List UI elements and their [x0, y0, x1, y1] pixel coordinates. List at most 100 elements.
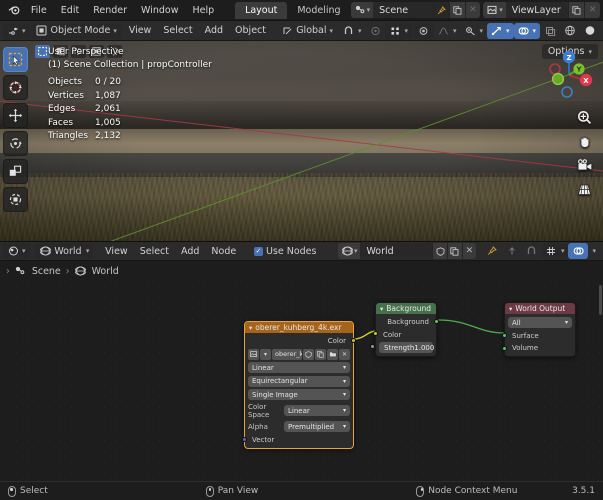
shading-solid-button[interactable] — [580, 23, 600, 39]
node-output-background[interactable]: Background — [379, 317, 439, 327]
socket-color-out[interactable] — [351, 338, 356, 343]
fake-user-icon[interactable] — [303, 348, 314, 360]
copy-icon[interactable] — [448, 2, 465, 18]
navigation-gizmo[interactable]: Z Y X — [541, 47, 597, 103]
snap-grid-selector[interactable]: ▾ — [385, 22, 412, 39]
node-overlays-dropdown[interactable]: ▾ — [588, 243, 600, 259]
new-image-icon[interactable] — [315, 348, 326, 360]
node-output-color[interactable]: Color — [248, 336, 356, 346]
select-lasso-icon[interactable] — [71, 45, 86, 58]
fake-user-icon[interactable] — [432, 243, 448, 259]
image-name[interactable]: oberer_kuhberg_... — [272, 348, 302, 360]
chevron-down-icon[interactable]: ▾ — [509, 305, 512, 313]
zoom-icon[interactable] — [576, 109, 593, 126]
viewlayer-name[interactable]: ViewLayer — [506, 5, 569, 16]
menu-file[interactable]: File — [24, 3, 54, 18]
editor-type-selector[interactable]: ▾ — [3, 22, 30, 39]
breadcrumb-item-world[interactable]: World — [92, 266, 119, 277]
chevron-down-icon[interactable]: ▾ — [260, 348, 271, 360]
pin-icon[interactable] — [433, 2, 449, 18]
viewlayer-selector[interactable]: ▾ ViewLayer ✕ — [483, 2, 600, 18]
tool-scale[interactable] — [3, 159, 28, 184]
unlink-icon[interactable]: ✕ — [339, 348, 350, 360]
socket-vector-in[interactable] — [242, 436, 247, 442]
node-input-vector[interactable]: Vector — [242, 435, 350, 445]
overlays-toggle[interactable]: ▾ — [513, 22, 541, 39]
node-canvas-scrollbar[interactable] — [599, 285, 602, 315]
tool-cursor[interactable] — [3, 75, 28, 100]
socket-color-in[interactable] — [373, 331, 378, 336]
tool-move[interactable] — [3, 103, 28, 128]
select-point-icon[interactable] — [107, 45, 122, 58]
new-world-icon[interactable] — [447, 243, 462, 259]
menu-edit[interactable]: Edit — [54, 3, 86, 18]
visibility-selector[interactable]: ▾ — [460, 23, 487, 39]
tool-transform[interactable] — [3, 187, 28, 212]
viewport-menu-view[interactable]: View — [123, 24, 158, 37]
node-environment-texture[interactable]: ▾ oberer_kuhberg_4k.exr Color ▾ oberer_k… — [242, 321, 356, 449]
viewport-menu-add[interactable]: Add — [199, 24, 229, 37]
node-canvas[interactable]: ▾ oberer_kuhberg_4k.exr Color ▾ oberer_k… — [0, 281, 603, 481]
blender-logo-icon[interactable] — [4, 2, 24, 18]
viewport-menu-object[interactable]: Object — [229, 24, 272, 37]
node-input-volume[interactable]: Volume — [502, 343, 572, 353]
image-datablock-row[interactable]: ▾ oberer_kuhberg_... ✕ — [248, 348, 350, 360]
menu-window[interactable]: Window — [134, 3, 185, 18]
viewport-menu-select[interactable]: Select — [157, 24, 198, 37]
node-menu-node[interactable]: Node — [205, 245, 242, 258]
socket-background-out[interactable] — [434, 319, 439, 324]
hand-icon[interactable] — [576, 133, 593, 150]
node-menu-select[interactable]: Select — [134, 245, 175, 258]
node-input-color[interactable]: Color — [373, 330, 433, 340]
alpha-row[interactable]: Alpha Premultiplied ▾ — [248, 421, 350, 432]
node-input-surface[interactable]: Surface — [502, 331, 572, 341]
falloff-curve-selector[interactable]: ▾ — [434, 23, 461, 39]
node-background[interactable]: ▾ Background Background Color Strength 1… — [370, 302, 439, 357]
viewport-3d[interactable]: Options ▾ User Perspective (1) Scene Col… — [0, 41, 603, 241]
proportional-edit-toggle[interactable] — [365, 23, 385, 39]
browse-image-icon[interactable] — [248, 348, 259, 360]
copy-icon[interactable] — [568, 2, 585, 18]
world-name[interactable]: World — [360, 246, 432, 257]
gizmo-toggle[interactable]: ▾ — [486, 22, 514, 39]
node-menu-view[interactable]: View — [99, 245, 134, 258]
open-image-icon[interactable] — [327, 348, 338, 360]
use-nodes-checkbox[interactable]: ✓ Use Nodes — [250, 243, 321, 259]
tool-select-box[interactable] — [3, 47, 28, 72]
shader-type-selector[interactable]: World ▾ — [35, 243, 94, 259]
close-icon[interactable]: ✕ — [464, 2, 481, 18]
shader-editor-type-selector[interactable]: ▾ — [3, 243, 30, 259]
workspace-tab-modeling[interactable]: Modeling — [287, 2, 350, 19]
interpolation-dropdown[interactable]: Linear ▾ — [248, 362, 350, 373]
grid-icon[interactable] — [576, 181, 593, 198]
socket-surface-in[interactable] — [502, 333, 507, 338]
transform-orientation-selector[interactable]: Global ▾ — [277, 23, 337, 39]
object-mode-selector[interactable]: Object Mode ▾ — [31, 22, 121, 39]
select-circle-icon[interactable] — [89, 45, 104, 58]
socket-volume-in[interactable] — [502, 346, 507, 351]
snap-toggle[interactable]: ▾ — [339, 23, 366, 39]
source-dropdown[interactable]: Single Image ▾ — [248, 389, 350, 400]
scene-selector[interactable]: ▾ Scene ✕ — [350, 2, 481, 18]
tool-rotate[interactable] — [3, 131, 28, 156]
breadcrumb-item-scene[interactable]: Scene — [32, 266, 61, 277]
color-space-row[interactable]: Color Space Linear ▾ — [248, 403, 350, 419]
node-menu-add[interactable]: Add — [175, 245, 205, 258]
node-snap-toggle[interactable] — [522, 243, 542, 259]
menu-render[interactable]: Render — [86, 3, 134, 18]
camera-icon[interactable] — [576, 157, 593, 174]
chevron-down-icon[interactable]: ▾ — [380, 305, 383, 313]
node-header[interactable]: ▾ Background — [376, 303, 436, 314]
node-snap-grid-selector[interactable]: ▾ — [541, 243, 569, 259]
shading-wireframe-button[interactable] — [560, 23, 580, 39]
select-face-icon[interactable] — [53, 45, 68, 58]
parent-up-button[interactable] — [502, 243, 522, 259]
breadcrumb-collapse-icon[interactable]: › — [6, 266, 10, 277]
unlink-icon[interactable]: ✕ — [461, 243, 477, 259]
projection-dropdown[interactable]: Equirectangular ▾ — [248, 375, 350, 387]
select-box-icon[interactable] — [35, 45, 50, 58]
proportional-falloff-toggle[interactable] — [413, 22, 434, 39]
scene-name[interactable]: Scene — [373, 5, 433, 16]
close-icon[interactable]: ✕ — [584, 2, 600, 18]
chevron-down-icon[interactable]: ▾ — [249, 324, 252, 332]
